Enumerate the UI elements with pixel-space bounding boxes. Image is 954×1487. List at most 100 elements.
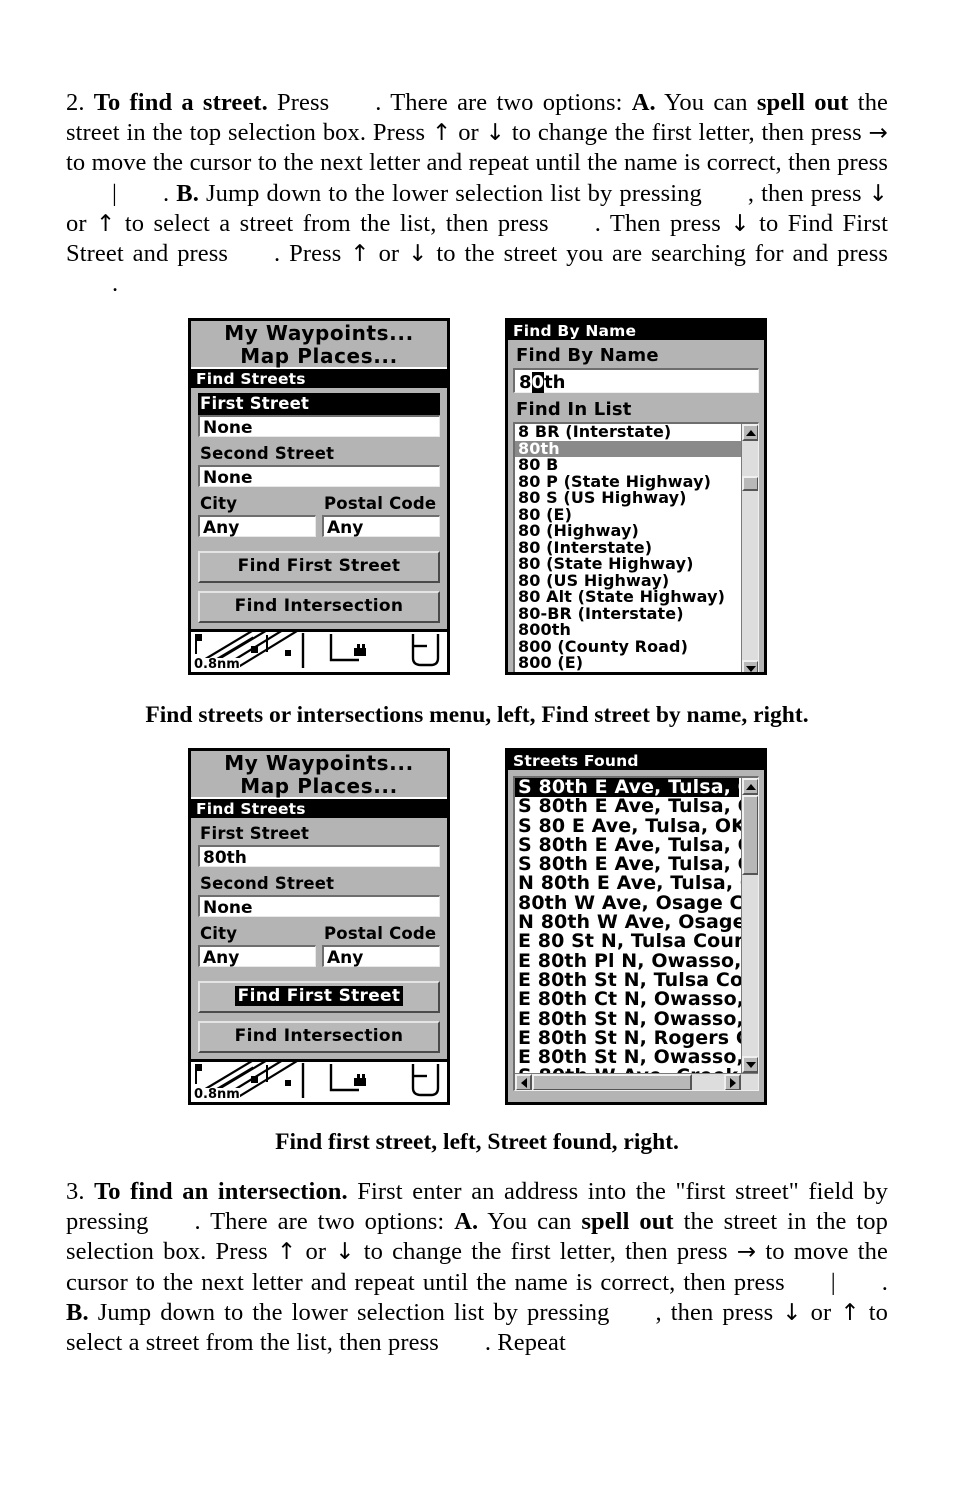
find-first-street-button-label: Find First Street	[237, 556, 401, 576]
triangle-up-icon	[745, 429, 756, 436]
key-separator-bar: |	[112, 179, 118, 207]
menu-strip: My Waypoints... Map Places...	[191, 751, 447, 799]
gps-screen-find-by-name: Find By Name Find By Name 80th Find In L…	[505, 318, 767, 675]
second-street-label: Second Street	[200, 874, 335, 893]
text-select-street: to select a street from the list, then p…	[124, 209, 549, 237]
postal-code-input[interactable]: Any	[322, 515, 440, 538]
streets-found-listbox[interactable]: S 80th E Ave, Tulsa, OK S 80th E Ave, Tul…	[513, 776, 759, 1091]
text-spell-out: spell out	[756, 89, 849, 116]
triangle-down-icon	[745, 665, 756, 672]
scroll-right-button[interactable]	[724, 1074, 741, 1090]
scroll-down-button[interactable]	[742, 1056, 758, 1073]
gps-screen-find-streets-empty: My Waypoints... Map Places... Find Stree…	[188, 318, 450, 675]
text-jump-down: Jump down to the lower selection list by…	[206, 179, 702, 207]
scroll-up-button[interactable]	[742, 424, 758, 441]
first-street-label: First Street	[200, 824, 310, 843]
vertical-scrollbar[interactable]	[741, 424, 758, 672]
menu-item-map-places[interactable]: Map Places...	[191, 775, 447, 798]
text-move-cursor: to move the cursor to the next letter an…	[66, 149, 888, 177]
scrollbar-thumb[interactable]	[742, 795, 758, 875]
find-intersection-button[interactable]: Find Intersection	[198, 591, 440, 623]
text-press: Press	[277, 89, 330, 116]
step-heading: To find a street.	[93, 89, 268, 116]
find-first-street-button[interactable]: Find First Street	[198, 551, 440, 583]
find-intersection-button-label: Find Intersection	[234, 1026, 404, 1046]
find-by-name-label: Find By Name	[516, 345, 659, 366]
city-label: City	[200, 494, 238, 513]
window-title: Find Streets	[191, 369, 447, 388]
scroll-down-button[interactable]	[742, 660, 758, 672]
up-arrow-glyph: ↑	[840, 1299, 860, 1326]
menu-item-my-waypoints[interactable]: My Waypoints...	[191, 321, 447, 345]
scroll-left-button[interactable]	[515, 1074, 532, 1090]
second-street-input[interactable]: None	[198, 465, 440, 488]
find-in-list-label: Find In List	[516, 399, 632, 420]
find-first-street-button[interactable]: Find First Street	[198, 981, 440, 1013]
step-heading: To find an intersection.	[94, 1178, 348, 1205]
first-street-input[interactable]: None	[198, 415, 440, 438]
list-item[interactable]: N 80th E Ave, Tulsa, OK	[515, 874, 758, 894]
find-by-name-input[interactable]: 80th	[513, 368, 759, 393]
text-then-press: , then press	[655, 1298, 774, 1326]
text-period: .	[163, 179, 170, 207]
first-street-label: First Street	[198, 393, 440, 415]
vertical-scrollbar[interactable]	[741, 778, 758, 1073]
down-arrow-glyph: ↓	[730, 210, 750, 237]
down-arrow-glyph: ↓	[782, 1299, 802, 1326]
up-arrow-glyph: ↑	[350, 241, 370, 268]
list-item[interactable]: S 80th E Ave, Tulsa, OK	[515, 796, 758, 816]
triangle-up-icon	[745, 783, 756, 790]
second-street-input[interactable]: None	[198, 895, 440, 918]
triangle-right-icon	[729, 1077, 736, 1088]
up-arrow-glyph: ↑	[276, 1239, 297, 1266]
text-then-press-2: . Then press	[594, 209, 721, 237]
gps-screen-streets-found: Streets Found S 80th E Ave, Tulsa, OK S 8…	[505, 748, 767, 1105]
find-intersection-button-label: Find Intersection	[234, 596, 404, 616]
step-number: 3.	[66, 1178, 85, 1205]
document-page: 2. To find a street. Press . There are tw…	[0, 0, 954, 1487]
list-item[interactable]: E 80 St N, Tulsa County	[515, 932, 758, 952]
text-change-letter: to change the first letter, then press	[511, 119, 862, 147]
triangle-down-icon	[745, 1061, 756, 1068]
list-item[interactable]: E 80th St N, Owasso, Ok	[515, 1009, 758, 1029]
map-scale-label: 0.8nm	[194, 657, 240, 672]
postal-code-input[interactable]: Any	[322, 945, 440, 968]
first-street-input[interactable]: 80th	[198, 845, 440, 868]
text-options: . There are two options:	[194, 1208, 445, 1236]
streets-found-body: S 80th E Ave, Tulsa, OK S 80th E Ave, Tul…	[508, 770, 764, 1096]
text-or: or	[458, 119, 479, 147]
scrollbar-thumb[interactable]	[742, 476, 758, 491]
find-intersection-button[interactable]: Find Intersection	[198, 1021, 440, 1053]
option-b-label: B.	[66, 1298, 89, 1326]
window-title: Find Streets	[191, 799, 447, 818]
list-item[interactable]: S 80 E Ave, Tulsa, OK 7	[515, 816, 758, 836]
window-title: Streets Found	[508, 751, 764, 770]
city-input[interactable]: Any	[198, 945, 316, 968]
right-arrow-glyph: →	[736, 1239, 757, 1266]
text-youcan: You can	[664, 89, 748, 116]
option-a-label: A.	[631, 89, 656, 116]
figure-caption-2: Find first street, left, Street found, r…	[275, 1129, 679, 1155]
text-options: . There are two options:	[375, 89, 623, 116]
gps-screen-find-streets-filled: My Waypoints... Map Places... Find Stree…	[188, 748, 450, 1105]
city-input[interactable]: Any	[198, 515, 316, 538]
map-scale-label: 0.8nm	[194, 1087, 240, 1102]
scroll-up-button[interactable]	[742, 778, 758, 795]
menu-item-my-waypoints[interactable]: My Waypoints...	[191, 751, 447, 775]
hscrollbar-thumb[interactable]	[532, 1074, 692, 1090]
text-then-press: , then press	[747, 179, 862, 207]
step-number: 2.	[66, 89, 85, 116]
figure-caption-1: Find streets or intersections menu, left…	[145, 702, 809, 728]
text-jump-down: Jump down to the lower selection list by…	[97, 1298, 610, 1326]
down-arrow-glyph: ↓	[485, 120, 505, 147]
list-item[interactable]: E 80th Ct N, Owasso, Ol	[515, 989, 758, 1009]
find-in-list-listbox[interactable]: 8 BR (Interstate) 80th 80 B 80 P (State Hig…	[513, 422, 759, 672]
list-item[interactable]: 800 (E)	[515, 654, 741, 672]
city-label: City	[200, 924, 238, 943]
text-or: or	[810, 1298, 832, 1326]
menu-item-map-places[interactable]: Map Places...	[191, 345, 447, 368]
text-press-2: Press	[289, 240, 342, 268]
streets-found-rows: S 80th E Ave, Tulsa, OK S 80th E Ave, Tul…	[515, 778, 758, 1087]
text-spell-out: spell out	[581, 1208, 674, 1236]
horizontal-scrollbar[interactable]	[515, 1073, 758, 1090]
